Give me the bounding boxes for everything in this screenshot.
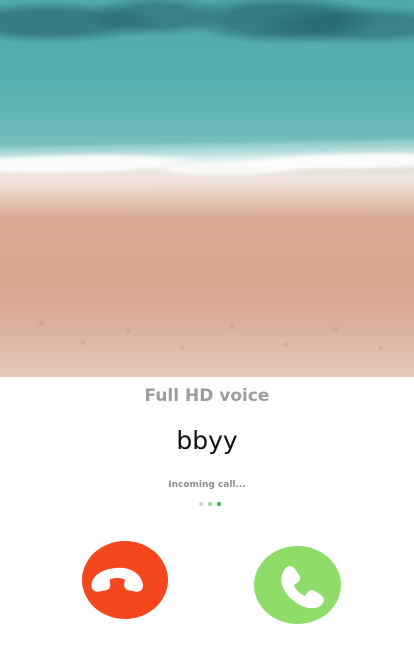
progress-dot [199, 502, 203, 506]
water-shadow [0, 0, 414, 90]
sand-texture [0, 300, 414, 377]
hd-voice-label: Full HD voice [144, 386, 270, 406]
incoming-call-screen: Full HD voice bbyy Incoming call... [0, 0, 414, 645]
accept-call-button[interactable] [254, 546, 341, 624]
wave-foam [0, 138, 414, 194]
call-progress-dots [197, 502, 224, 508]
progress-dot [208, 502, 212, 506]
progress-dot-active [217, 502, 221, 506]
wallpaper [0, 0, 414, 377]
decline-call-button[interactable] [82, 541, 168, 619]
hangup-phone-icon [82, 541, 168, 619]
caller-name: bbyy [176, 426, 238, 455]
call-status: Incoming call... [168, 480, 246, 490]
phone-icon [254, 546, 341, 624]
